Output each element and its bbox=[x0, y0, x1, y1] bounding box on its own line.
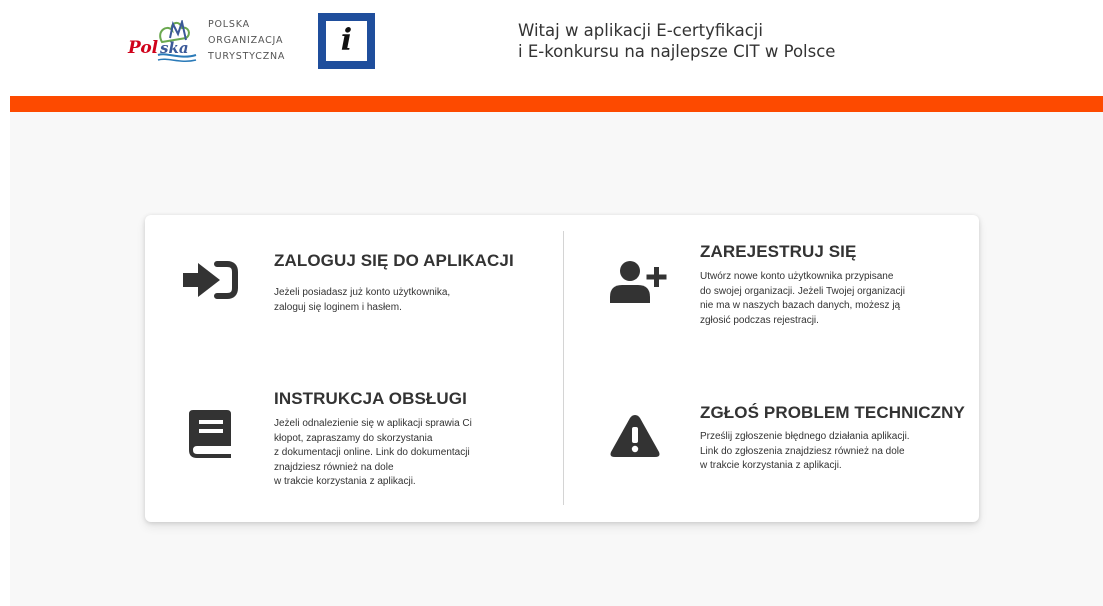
sign-in-icon bbox=[183, 259, 239, 307]
options-card: ZALOGUJ SIĘ DO APLIKACJI Jeżeli posiadas… bbox=[145, 215, 979, 522]
login-option[interactable]: ZALOGUJ SIĘ DO APLIKACJI Jeżeli posiadas… bbox=[175, 245, 545, 345]
warning-icon bbox=[610, 413, 660, 463]
register-option[interactable]: ZAREJESTRUJ SIĘ Utwórz nowe konto użytko… bbox=[595, 237, 965, 367]
polska-logo-graphic: Pol ska bbox=[127, 18, 197, 63]
org-logo-line: ORGANIZACJA bbox=[208, 35, 284, 46]
info-logo-inner: i bbox=[326, 21, 367, 61]
page-title-line: i E-konkursu na najlepsze CIT w Polsce bbox=[518, 42, 836, 61]
info-logo[interactable]: i bbox=[318, 13, 375, 69]
info-icon: i bbox=[340, 23, 353, 58]
page-title-line: Witaj w aplikacji E-certyfikacji bbox=[518, 21, 763, 40]
header: Pol ska POLSKA ORGANIZACJA TURYSTYCZNA i… bbox=[0, 0, 1103, 96]
polska-logo[interactable]: Pol ska bbox=[126, 18, 198, 64]
problem-description: Prześlij zgłoszenie błędnego działania a… bbox=[700, 431, 910, 472]
login-title: ZALOGUJ SIĘ DO APLIKACJI bbox=[274, 251, 514, 270]
login-description: Jeżeli posiadasz już konto użytkownika, … bbox=[274, 287, 451, 313]
accent-bar bbox=[10, 96, 1103, 112]
manual-title: INSTRUKCJA OBSŁUGI bbox=[274, 389, 467, 408]
page-title: Witaj w aplikacji E-certyfikacji i E-kon… bbox=[518, 20, 835, 62]
register-description: Utwórz nowe konto użytkownika przypisane… bbox=[700, 271, 905, 326]
problem-title: ZGŁOŚ PROBLEM TECHNICZNY bbox=[700, 403, 965, 422]
manual-option[interactable]: INSTRUKCJA OBSŁUGI Jeżeli odnalezienie s… bbox=[175, 383, 545, 503]
org-logo-line: POLSKA bbox=[208, 19, 250, 30]
vertical-divider bbox=[563, 231, 564, 505]
register-title: ZAREJESTRUJ SIĘ bbox=[700, 242, 857, 261]
book-icon bbox=[189, 410, 231, 462]
org-logo-text: POLSKA ORGANIZACJA TURYSTYCZNA bbox=[208, 17, 285, 65]
user-plus-icon bbox=[610, 259, 668, 307]
problem-option[interactable]: ZGŁOŚ PROBLEM TECHNICZNY Prześlij zgłosz… bbox=[595, 399, 965, 489]
org-logo-line: TURYSTYCZNA bbox=[208, 51, 286, 62]
manual-description: Jeżeli odnalezienie się w aplikacji spra… bbox=[274, 418, 472, 488]
svg-text:Pol: Pol bbox=[127, 38, 159, 58]
